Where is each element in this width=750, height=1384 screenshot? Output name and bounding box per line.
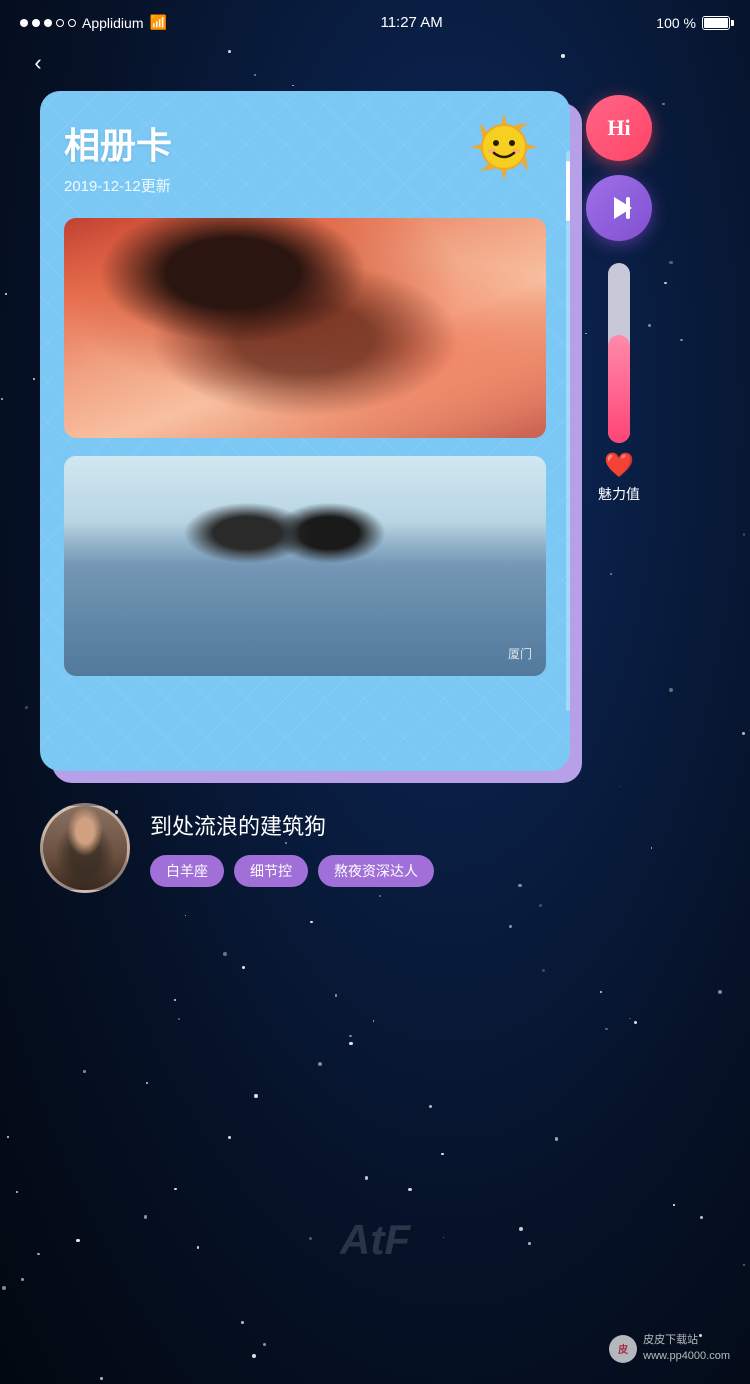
wifi-icon: 📶: [149, 14, 166, 31]
tag-3[interactable]: 熬夜资深达人: [318, 855, 434, 887]
photo-2-content: [64, 456, 546, 676]
hi-button[interactable]: Hi: [586, 95, 652, 161]
girl-figure: [64, 218, 546, 438]
watermark-site: 皮皮下载站: [643, 1333, 730, 1348]
user-tags: 白羊座 细节控 熬夜资深达人: [150, 855, 710, 887]
status-time: 11:27 AM: [380, 14, 442, 31]
avatar-image: [43, 806, 127, 890]
battery-icon: [702, 16, 730, 30]
status-bar: Applidium 📶 11:27 AM 100 %: [0, 0, 750, 37]
slider-track: [608, 263, 630, 443]
dot1: [20, 19, 28, 27]
photo-2-container: 厦门: [64, 456, 546, 676]
battery-fill: [704, 18, 728, 28]
atf-text: AtF: [340, 1216, 410, 1264]
play-icon: [604, 193, 634, 223]
heart-icon: ❤️: [604, 451, 634, 480]
main-content: 相册卡 2019-12-12更新 厦门: [0, 81, 750, 771]
photo-2-location: 厦门: [508, 645, 532, 662]
card-scroll-thumb: [566, 161, 570, 221]
play-button[interactable]: [586, 175, 652, 241]
photo-1: [64, 218, 546, 438]
signal-dots: [20, 19, 76, 27]
back-button[interactable]: ‹: [20, 45, 56, 81]
watermark-text: 皮皮下载站 www.pp4000.com: [643, 1333, 730, 1364]
status-left: Applidium 📶: [20, 14, 167, 31]
watermark: 皮 皮皮下载站 www.pp4000.com: [609, 1333, 730, 1364]
status-right: 100 %: [656, 15, 730, 31]
tag-1[interactable]: 白羊座: [150, 855, 224, 887]
user-info: 到处流浪的建筑狗 白羊座 细节控 熬夜资深达人: [150, 809, 710, 887]
charm-label: 魅力值: [598, 484, 640, 504]
carrier-name: Applidium: [82, 15, 143, 31]
dot5: [68, 19, 76, 27]
dot3: [44, 19, 52, 27]
user-avatar[interactable]: [40, 803, 130, 893]
tag-2[interactable]: 细节控: [234, 855, 308, 887]
card-stack: 相册卡 2019-12-12更新 厦门: [40, 91, 570, 771]
watermark-logo: 皮: [609, 1335, 637, 1363]
card-main[interactable]: 相册卡 2019-12-12更新 厦门: [40, 91, 570, 771]
card-scroll-bar[interactable]: [566, 151, 570, 711]
sun-icon: [468, 111, 540, 183]
dot4: [56, 19, 64, 27]
user-name: 到处流浪的建筑狗: [150, 809, 710, 841]
battery-percent: 100 %: [656, 15, 696, 31]
photo-1-container: [64, 218, 546, 438]
couple-figure: [64, 456, 546, 676]
charm-slider[interactable]: ❤️ 魅力值: [598, 263, 640, 504]
watermark-url: www.pp4000.com: [643, 1349, 730, 1364]
photo-2: 厦门: [64, 456, 546, 676]
right-panel: Hi ❤️ 魅力值: [586, 91, 652, 504]
user-section: 到处流浪的建筑狗 白羊座 细节控 熬夜资深达人: [0, 771, 750, 893]
photo-1-content: [64, 218, 546, 438]
dot2: [32, 19, 40, 27]
slider-fill: [608, 335, 630, 443]
